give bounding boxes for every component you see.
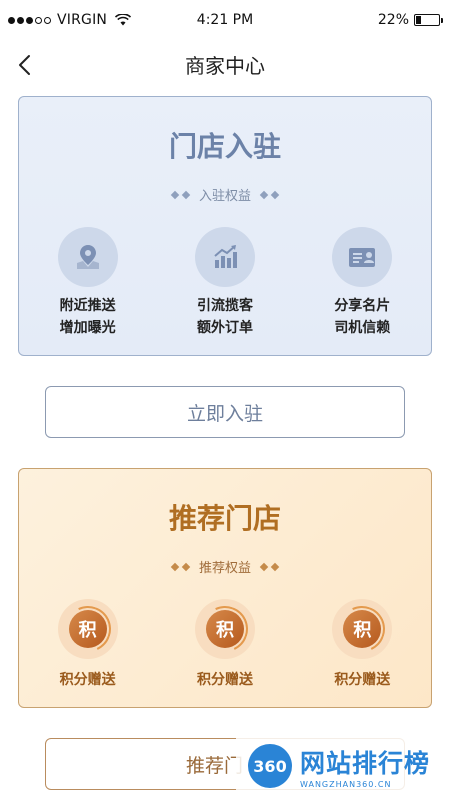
watermark-subtext: WANGZHAN360.CN xyxy=(300,780,392,789)
battery-icon xyxy=(414,14,443,26)
benefit-line2: 司机信赖 xyxy=(334,320,391,336)
watermark-logo: 360 xyxy=(248,744,292,788)
coin-glyph: 积 xyxy=(68,610,107,648)
store-join-subtitle-row: 入驻权益 xyxy=(19,185,431,204)
page-title: 商家中心 xyxy=(185,54,265,78)
benefit-label: 积分赠送 xyxy=(59,672,116,688)
join-now-button[interactable]: 立即入驻 xyxy=(45,386,405,438)
diamond-decoration-icon xyxy=(170,562,191,571)
benefit-label: 积分赠送 xyxy=(196,672,253,688)
benefit-points-gift: 积 积分赠送 xyxy=(156,599,293,691)
watermark-text: 网站排行榜 xyxy=(300,749,431,778)
recommend-subtitle-row: 推荐权益 xyxy=(19,557,431,576)
recommend-store-title: 推荐门店 xyxy=(168,502,281,535)
store-join-card: 门店入驻 入驻权益 附近推送 增加曝光 引流揽客 额外订单 分享名片 司机信赖 xyxy=(18,96,432,356)
points-coin-icon: 积 xyxy=(194,599,255,659)
benefit-label: 积分赠送 xyxy=(334,672,391,688)
benefit-points-gift: 积 积分赠送 xyxy=(294,599,431,691)
benefit-attract-customers: 引流揽客 额外订单 xyxy=(156,227,293,339)
status-bar: VIRGIN 4:21 PM 22% xyxy=(0,0,450,40)
recommend-subtitle: 推荐权益 xyxy=(198,561,251,576)
benefit-line1: 分享名片 xyxy=(334,298,391,314)
recommend-store-card: 推荐门店 推荐权益 积 积分赠送 积 积分赠送 积 积分赠送 xyxy=(18,468,432,708)
points-coin-icon: 积 xyxy=(332,599,393,659)
diamond-decoration-icon xyxy=(259,562,280,571)
location-icon xyxy=(57,227,118,287)
benefit-line1: 引流揽客 xyxy=(196,298,253,314)
navigation-bar: 商家中心 xyxy=(0,40,450,88)
benefit-line2: 额外订单 xyxy=(196,320,253,336)
benefit-points-gift: 积 积分赠送 xyxy=(19,599,156,691)
points-coin-icon: 积 xyxy=(57,599,118,659)
store-join-title: 门店入驻 xyxy=(168,130,281,163)
coin-glyph: 积 xyxy=(205,610,244,648)
growth-chart-icon xyxy=(194,227,255,287)
benefit-share-card: 分享名片 司机信赖 xyxy=(294,227,431,339)
diamond-decoration-icon xyxy=(170,190,191,199)
diamond-decoration-icon xyxy=(259,190,280,199)
business-card-icon xyxy=(332,227,393,287)
benefit-line2: 增加曝光 xyxy=(59,320,116,336)
recommend-benefits: 积 积分赠送 积 积分赠送 积 积分赠送 xyxy=(19,599,431,691)
status-right: 22% xyxy=(377,12,443,28)
benefit-nearby-push: 附近推送 增加曝光 xyxy=(19,227,156,339)
battery-percent: 22% xyxy=(377,12,409,28)
benefit-line1: 附近推送 xyxy=(59,298,116,314)
watermark: 360 网站排行榜 WANGZHAN360.CN xyxy=(236,734,450,800)
store-join-benefits: 附近推送 增加曝光 引流揽客 额外订单 分享名片 司机信赖 xyxy=(19,227,431,339)
store-join-subtitle: 入驻权益 xyxy=(198,189,251,204)
battery-fill xyxy=(416,16,421,24)
